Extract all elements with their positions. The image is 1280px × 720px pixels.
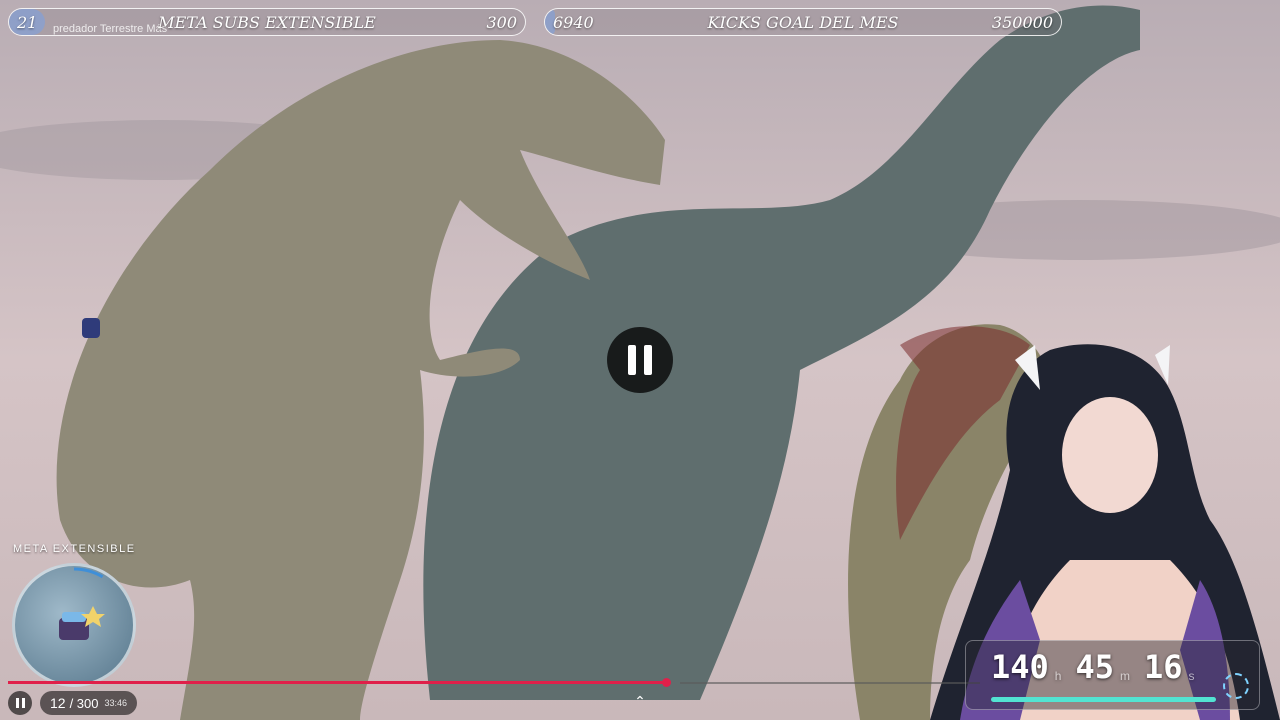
countdown-seconds: 16	[1144, 648, 1183, 686]
video-progress-remaining[interactable]	[680, 682, 980, 684]
chevron-up-icon[interactable]: ⌃	[629, 694, 651, 714]
kicks-goal-target: 350000	[991, 13, 1053, 32]
counter-current: 12	[50, 695, 66, 711]
center-pause-button[interactable]	[607, 327, 673, 393]
countdown-hours: 140	[991, 648, 1049, 686]
kicks-goal-title: KICKS GOAL DEL MES	[707, 13, 899, 32]
pause-icon	[628, 345, 636, 375]
video-scrubber-handle[interactable]	[662, 678, 671, 687]
pause-button[interactable]	[8, 691, 32, 715]
countdown-hours-unit: h	[1054, 669, 1062, 683]
video-progress-played[interactable]	[8, 681, 668, 684]
pause-icon-bar	[644, 345, 652, 375]
countdown-seconds-unit: s	[1188, 669, 1195, 683]
subs-goal-title: META SUBS EXTENSIBLE	[158, 13, 376, 32]
counter-pill: 12 / 300 33:46	[40, 691, 138, 715]
pause-icon-bar	[21, 698, 25, 708]
subs-goal-target: 300	[486, 13, 517, 32]
countdown-minutes-unit: m	[1120, 669, 1131, 683]
video-time: 33:46	[104, 698, 128, 708]
countdown-progress-bar	[991, 697, 1216, 702]
kicks-goal-bar: 6940 KICKS GOAL DEL MES 350000	[544, 8, 1062, 36]
counter-total: / 300	[69, 695, 99, 711]
countdown-timer: 140 h 45 m 16 s	[965, 640, 1260, 710]
countdown-minutes: 45	[1075, 648, 1115, 686]
meta-chest-icon	[16, 567, 132, 683]
meta-extensible-badge	[12, 563, 136, 687]
countdown-spinner-icon	[1223, 673, 1249, 699]
pause-icon	[15, 698, 19, 708]
subs-goal-bar: predador Terrestre Más 21 META SUBS EXTE…	[8, 8, 526, 36]
meta-extensible-label: META EXTENSIBLE	[13, 543, 136, 555]
